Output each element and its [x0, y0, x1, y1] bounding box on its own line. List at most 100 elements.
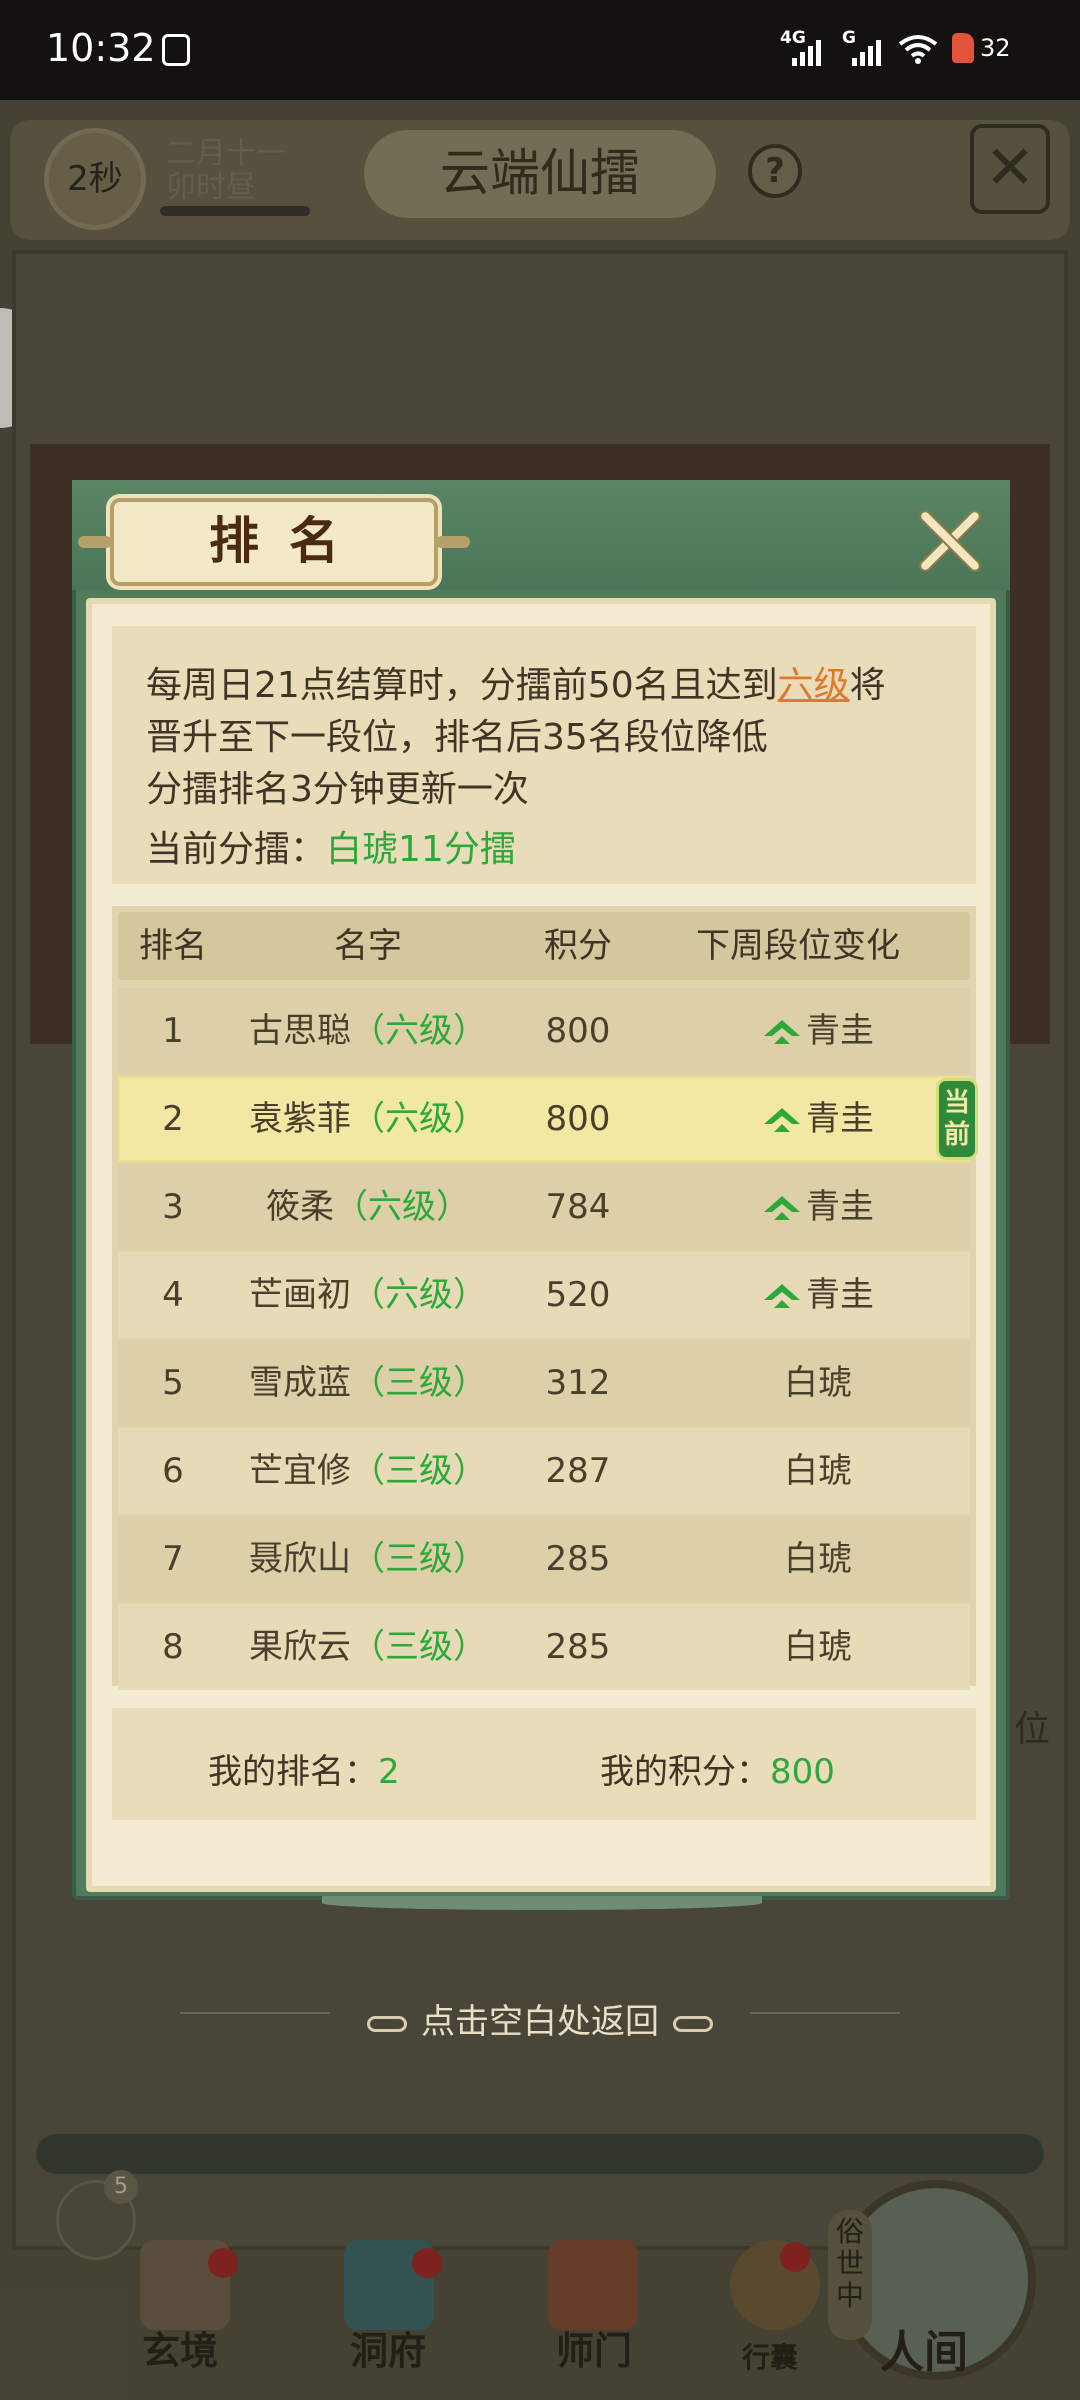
rule-text: 将: [849, 665, 886, 706]
ranking-modal: 排名 每周日21点结算时，分擂前50名且达到六级将 晋升至下一段位，排名后35名…: [72, 480, 1010, 1910]
tier-change-label: 青圭: [806, 1099, 874, 1139]
ranking-table: 排名 名字 积分 下周段位变化 1 古思聪（六级） 800 青圭 2 袁紫菲（六级） 800…: [112, 906, 978, 1690]
tier-change-label: 青圭: [806, 1275, 874, 1315]
player-name: 袁紫菲: [249, 1099, 351, 1139]
my-rank-value: 2: [378, 1752, 400, 1792]
player-name: 芒画初: [249, 1275, 351, 1315]
score-cell: 800: [545, 1011, 611, 1051]
change-cell: 青圭: [698, 1252, 938, 1338]
table-row[interactable]: 7 聂欣山（三级） 285 白琥: [118, 1516, 970, 1602]
header-rank: 排名: [139, 926, 207, 966]
header-change: 下周段位变化: [696, 926, 900, 966]
score-cell: 800: [545, 1099, 611, 1139]
name-cell: 雪成蓝（三级）: [228, 1340, 508, 1426]
rank-cell: 5: [162, 1363, 184, 1403]
my-score-value: 800: [770, 1752, 835, 1792]
player-level: （三级）: [351, 1451, 487, 1491]
current-division-value: 白琥11分擂: [326, 829, 516, 870]
rule-line-3: 分擂排名3分钟更新一次: [146, 769, 529, 810]
change-cell: 白琥: [698, 1604, 938, 1690]
name-cell: 聂欣山（三级）: [228, 1516, 508, 1602]
player-level: （六级）: [351, 1011, 487, 1051]
change-cell: 青圭: [698, 1076, 938, 1162]
change-cell: 青圭: [698, 988, 938, 1074]
name-cell: 古思聪（六级）: [228, 988, 508, 1074]
my-score: 我的积分：800: [600, 1744, 835, 1793]
header-name: 名字: [334, 926, 402, 966]
tier-change-label: 青圭: [806, 1011, 874, 1051]
status-bar: 10:32 4G G 32: [0, 0, 1080, 100]
rule-line-1: 每周日21点结算时，分擂前50名且达到六级将: [146, 656, 886, 708]
rank-cell: 1: [162, 1011, 184, 1051]
player-name: 果欣云: [249, 1627, 351, 1667]
back-hint[interactable]: 点击空白处返回: [0, 1994, 1080, 2043]
change-cell: 白琥: [698, 1428, 938, 1514]
battery-icon: [952, 33, 974, 63]
score-cell: 287: [545, 1451, 611, 1491]
rank-cell: 7: [162, 1539, 184, 1579]
score-cell: 784: [545, 1187, 611, 1227]
rule-text: 每周日21点结算时，分擂前50名且达到: [146, 665, 778, 706]
nfc-icon: [162, 34, 190, 66]
current-division: 当前分擂：白琥11分擂: [146, 820, 516, 872]
header-score: 积分: [544, 926, 612, 966]
table-row[interactable]: 6 芒宜修（三级） 287 白琥: [118, 1428, 970, 1514]
table-row[interactable]: 4 芒画初（六级） 520 青圭: [118, 1252, 970, 1338]
player-name: 聂欣山: [249, 1539, 351, 1579]
table-header: 排名 名字 积分 下周段位变化: [118, 912, 970, 980]
promote-arrow-icon: [764, 1019, 800, 1044]
current-player-tag: 当前: [936, 1078, 978, 1160]
player-level: （三级）: [351, 1627, 487, 1667]
signal-g-icon: G: [842, 28, 892, 66]
clock: 10:32: [46, 26, 156, 70]
table-row-current[interactable]: 2 袁紫菲（六级） 800 青圭 当前: [118, 1076, 978, 1162]
rule-line-2: 晋升至下一段位，排名后35名段位降低: [146, 717, 768, 758]
tier-change-label: 白琥: [784, 1539, 852, 1579]
player-name: 雪成蓝: [249, 1363, 351, 1403]
modal-title: 排名: [209, 511, 369, 570]
signal-4g-icon: 4G: [780, 28, 830, 66]
name-cell: 袁紫菲（六级）: [228, 1076, 508, 1162]
player-level: （六级）: [334, 1187, 470, 1227]
rules-box: 每周日21点结算时，分擂前50名且达到六级将 晋升至下一段位，排名后35名段位降…: [112, 626, 976, 884]
score-cell: 520: [545, 1275, 611, 1315]
my-score-label: 我的积分：: [600, 1752, 770, 1792]
rule-level-link[interactable]: 六级: [778, 665, 850, 706]
my-stats: 我的排名：2 我的积分：800: [112, 1708, 976, 1820]
table-row[interactable]: 3 筱柔（六级） 784 青圭: [118, 1164, 970, 1250]
score-cell: 285: [545, 1627, 611, 1667]
scroll-rod-left: [78, 536, 112, 548]
promote-arrow-icon: [764, 1195, 800, 1220]
rank-cell: 6: [162, 1451, 184, 1491]
score-cell: 285: [545, 1539, 611, 1579]
change-cell: 白琥: [698, 1340, 938, 1426]
tier-change-label: 白琥: [784, 1627, 852, 1667]
rank-cell: 8: [162, 1627, 184, 1667]
promote-arrow-icon: [764, 1283, 800, 1308]
table-row[interactable]: 1 古思聪（六级） 800 青圭: [118, 988, 970, 1074]
wifi-icon: [898, 35, 938, 64]
rank-cell: 2: [162, 1099, 184, 1139]
my-rank-label: 我的排名：: [208, 1752, 378, 1792]
player-name: 古思聪: [249, 1011, 351, 1051]
close-icon[interactable]: [916, 508, 982, 574]
swirl-icon: [367, 2015, 407, 2032]
change-cell: 青圭: [698, 1164, 938, 1250]
table-row[interactable]: 5 雪成蓝（三级） 312 白琥: [118, 1340, 970, 1426]
scroll-bottom-deco: [322, 1896, 762, 1910]
player-level: （六级）: [351, 1275, 487, 1315]
title-plaque: 排名: [78, 498, 470, 586]
tier-change-label: 白琥: [784, 1451, 852, 1491]
name-cell: 芒画初（六级）: [228, 1252, 508, 1338]
scroll-rod-right: [436, 536, 470, 548]
current-division-label: 当前分擂：: [146, 829, 327, 870]
tier-change-label: 白琥: [784, 1363, 852, 1403]
rank-cell: 4: [162, 1275, 184, 1315]
tier-change-label: 青圭: [806, 1187, 874, 1227]
table-row[interactable]: 8 果欣云（三级） 285 白琥: [118, 1604, 970, 1690]
battery-level: 32: [980, 34, 1011, 62]
swirl-icon: [673, 2015, 713, 2032]
promote-arrow-icon: [764, 1107, 800, 1132]
my-rank: 我的排名：2: [208, 1744, 400, 1793]
name-cell: 筱柔（六级）: [228, 1164, 508, 1250]
